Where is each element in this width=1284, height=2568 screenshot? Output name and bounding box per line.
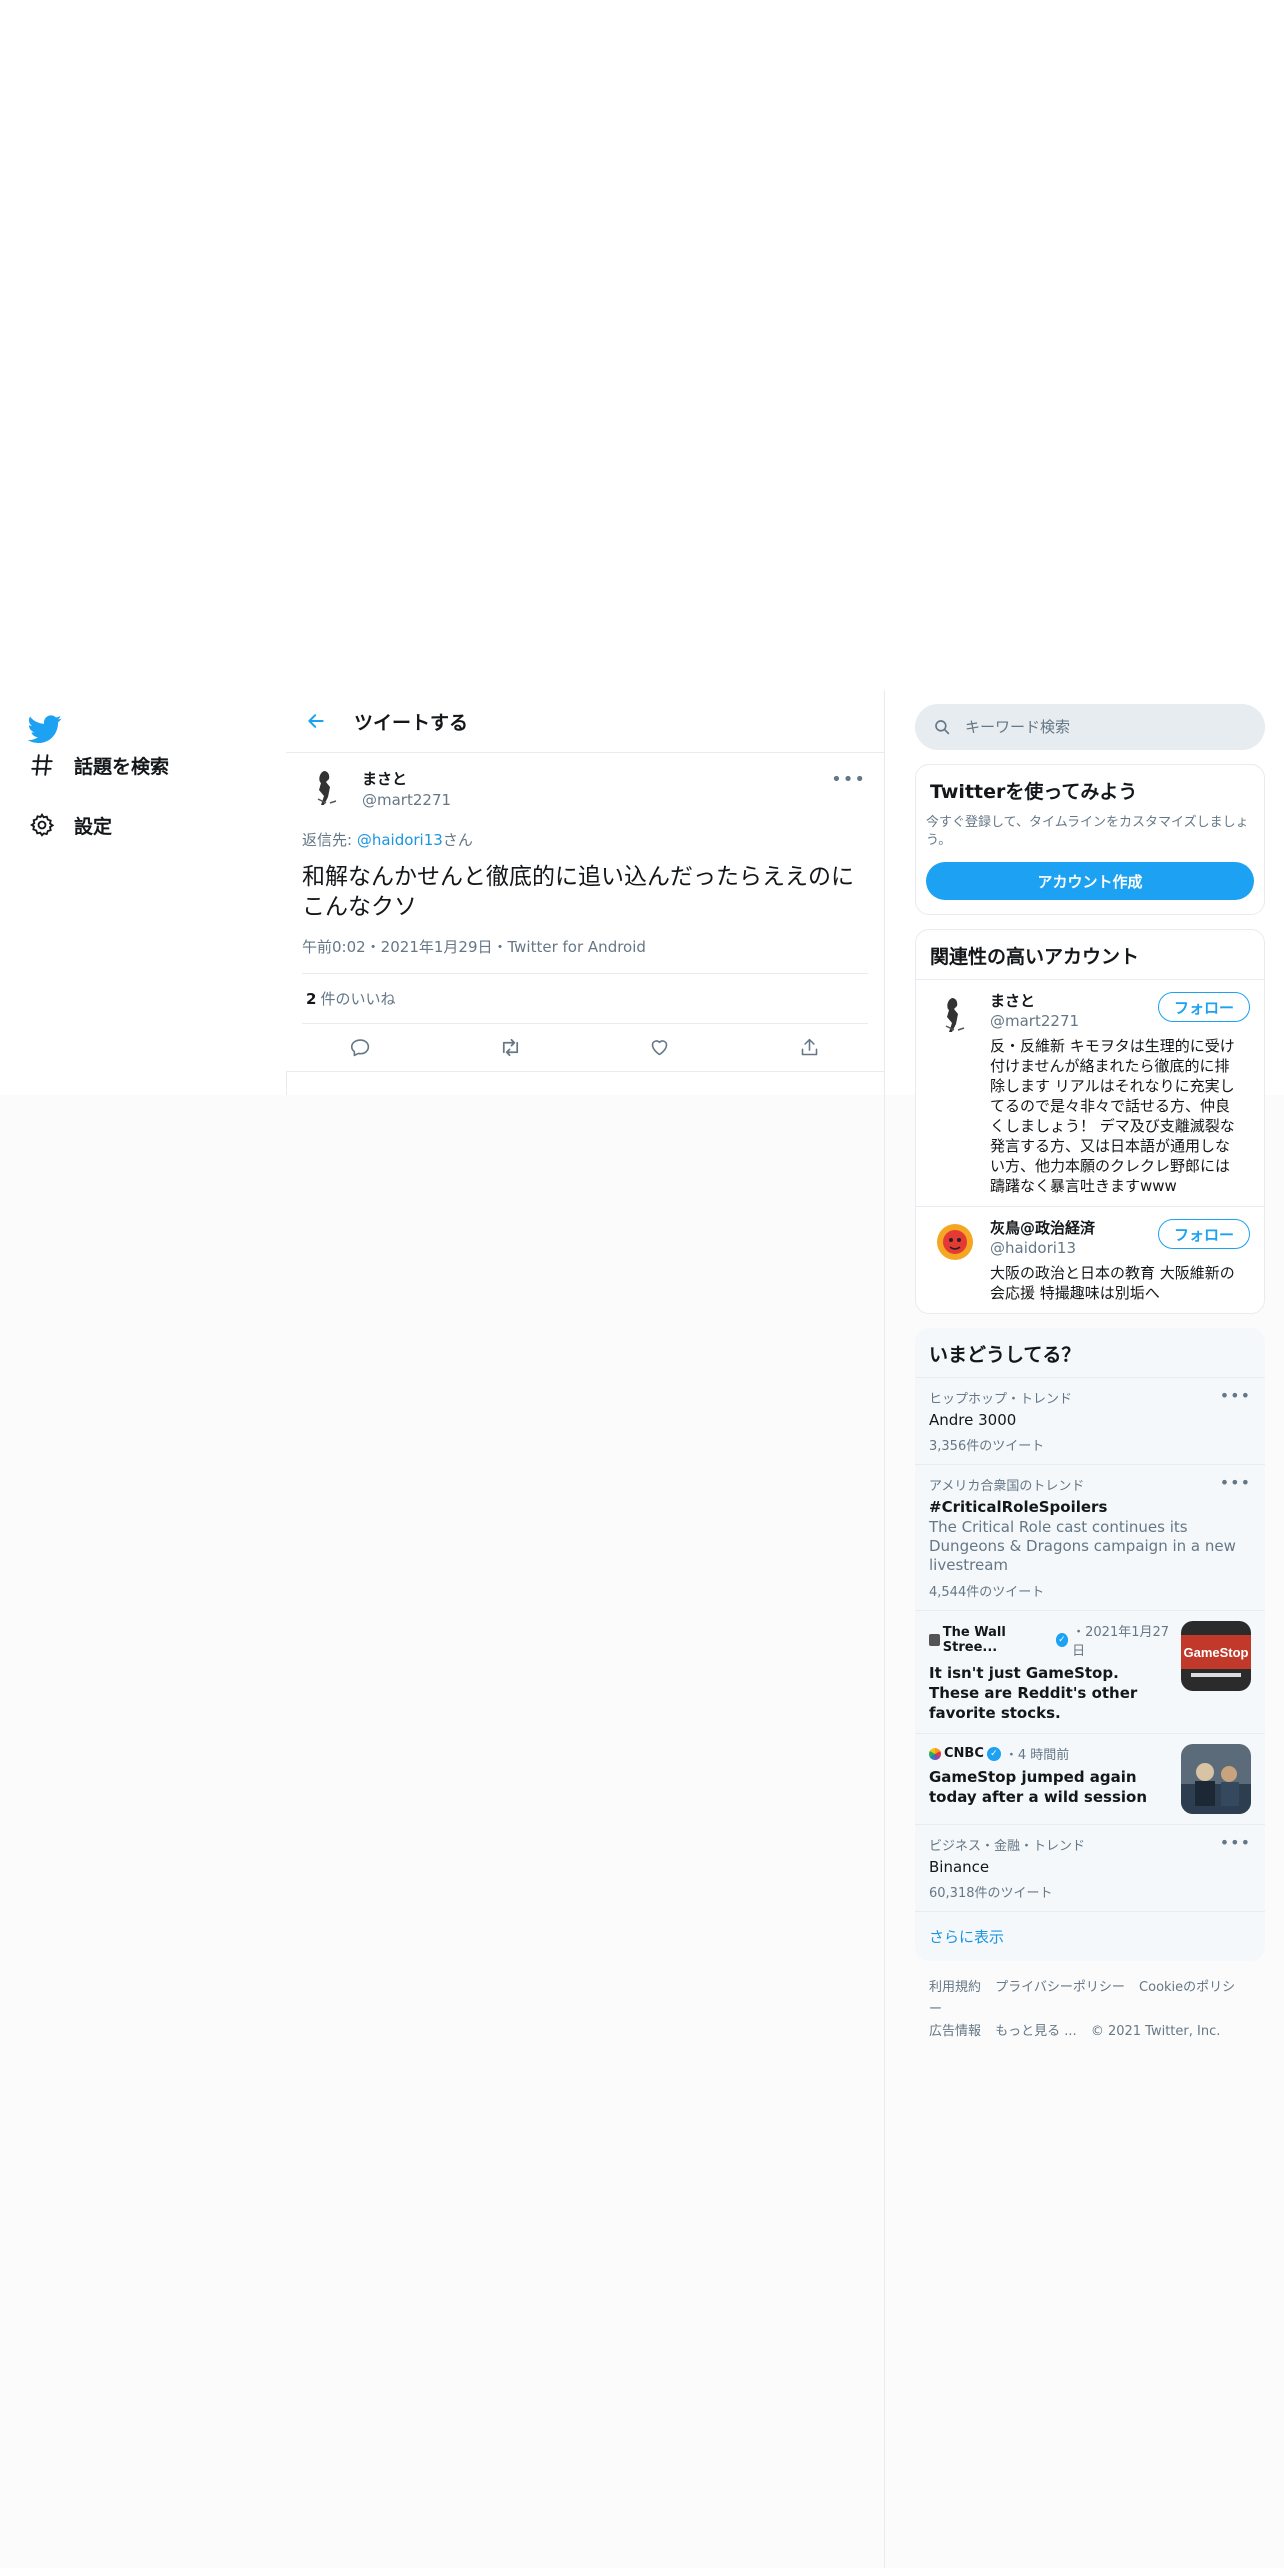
news-thumbnail: GameStop	[1181, 1621, 1251, 1691]
news-source: CNBC	[944, 1746, 984, 1761]
reply-icon	[351, 1039, 370, 1057]
account-bio: 反・反維新 キモヲタは生理的に受け付けませんが絡まれたら徹底的に排除します リア…	[990, 1037, 1235, 1195]
trend-count: 60,318件のツイート	[929, 1886, 1053, 1901]
heart-icon	[651, 1040, 668, 1056]
gear-icon	[28, 811, 56, 839]
tweet: まさと @mart2271 ••• 返信先: @haidori13さん 和解なん…	[286, 753, 884, 1024]
nav-item-settings-label: 設定	[74, 815, 113, 838]
trend-count: 4,544件のツイート	[929, 1585, 1045, 1600]
trend-title: Andre 3000	[929, 1411, 1017, 1429]
hashtag-icon	[28, 751, 56, 779]
news-headline: GameStop jumped again today after a wild…	[929, 1768, 1148, 1806]
trends-card: いまどうしてる？ ヒップホップ・トレンド Andre 3000 3,356件のツ…	[915, 1328, 1265, 1961]
search-bar[interactable]	[915, 704, 1265, 750]
page-header: ツイートする	[286, 690, 884, 753]
likes-label: 件のいいね	[320, 990, 396, 1008]
reply-mention-link[interactable]: @haidori13	[357, 831, 443, 849]
page-title: ツイートする	[354, 711, 469, 734]
account-bio: 大阪の政治と日本の教育 大阪維新の会応援 特撮趣味は別垢へ	[990, 1264, 1235, 1302]
trend-item[interactable]: ヒップホップ・トレンド Andre 3000 3,356件のツイート •••	[915, 1377, 1265, 1464]
news-time: ・2021年1月27日	[1072, 1625, 1170, 1659]
trend-context: ヒップホップ・トレンド	[929, 1392, 1073, 1407]
footer-link-more[interactable]: もっと見る ...	[995, 2024, 1077, 2039]
trend-title: #CriticalRoleSpoilers	[929, 1498, 1108, 1516]
more-options-icon[interactable]: •••	[1220, 1833, 1251, 1852]
show-more-link[interactable]: さらに表示	[915, 1911, 1265, 1961]
tweet-timestamp[interactable]: 午前0:02・2021年1月29日・Twitter for Android	[302, 936, 868, 974]
account-item[interactable]: まさと @mart2271 反・反維新 キモヲタは生理的に受け付けませんが絡まれ…	[916, 979, 1264, 1206]
main-empty-area	[286, 1095, 884, 2568]
twitter-bird-icon[interactable]	[27, 712, 62, 746]
likes-number: 2	[306, 989, 317, 1008]
author-name[interactable]: まさと	[362, 768, 451, 789]
related-accounts-card: 関連性の高いアカウント まさと @mart2271 反・反維新 キモヲタは生理的…	[915, 929, 1265, 1314]
footer-link-ads[interactable]: 広告情報	[929, 2024, 981, 2039]
verified-badge-icon: ✓	[986, 1746, 1001, 1761]
trend-item[interactable]: ビジネス・金融・トレンド Binance 60,318件のツイート •••	[915, 1824, 1265, 1911]
cnbc-peacock-icon	[929, 1747, 941, 1760]
more-options-icon[interactable]: •••	[1220, 1473, 1251, 1492]
news-thumbnail	[1181, 1744, 1251, 1814]
news-time: ・4 時間前	[1004, 1748, 1070, 1763]
news-source-logo-icon	[929, 1634, 940, 1646]
signup-card: Twitterを使ってみよう 今すぐ登録して、タイムラインをカスタマイズしましょ…	[915, 764, 1265, 915]
trend-count: 3,356件のツイート	[929, 1439, 1045, 1454]
trend-context: ビジネス・金融・トレンド	[929, 1839, 1086, 1854]
avatar[interactable]	[930, 1217, 980, 1267]
footer-link-privacy[interactable]: プライバシーポリシー	[995, 1980, 1125, 1995]
nav-item-explore[interactable]: 話題を検索	[28, 745, 169, 785]
tweet-author[interactable]: まさと @mart2271	[302, 753, 868, 823]
retweet-button[interactable]	[492, 1030, 528, 1066]
right-sidebar: Twitterを使ってみよう 今すぐ登録して、タイムラインをカスタマイズしましょ…	[915, 690, 1265, 2059]
news-item[interactable]: CNBC ✓ ・4 時間前 GameStop jumped again toda…	[915, 1733, 1265, 1824]
more-options-icon[interactable]: •••	[831, 769, 866, 790]
search-icon	[935, 720, 950, 735]
page: 話題を検索 設定 ツイートする まさと @mart2271 ••• 返信先: @…	[0, 0, 1284, 2568]
trend-title: Binance	[929, 1858, 990, 1876]
reply-suffix: さん	[442, 831, 473, 849]
nav-item-explore-label: 話題を検索	[74, 755, 170, 778]
footer: 利用規約 プライバシーポリシー Cookieのポリシー 広告情報 もっと見る .…	[915, 1961, 1265, 2059]
likes-count[interactable]: 2 件のいいね	[302, 974, 868, 1024]
column-divider-right	[884, 690, 885, 2568]
reply-prefix: 返信先:	[302, 831, 357, 849]
news-item[interactable]: The Wall Stree... ✓ ・2021年1月27日 It isn't…	[915, 1610, 1265, 1733]
trend-description: The Critical Role cast continues its Dun…	[929, 1518, 1236, 1574]
news-source: The Wall Stree...	[942, 1625, 1006, 1655]
tweet-text: 和解なんかせんと徹底的に追い込んだったらええのに こんなクソ	[302, 864, 854, 920]
reply-button[interactable]	[343, 1030, 379, 1066]
main-column: ツイートする まさと @mart2271 ••• 返信先: @haidori13…	[286, 690, 884, 1072]
verified-badge-icon: ✓	[1055, 1633, 1069, 1647]
create-account-button[interactable]: アカウント作成	[926, 862, 1254, 900]
signup-description: 今すぐ登録して、タイムラインをカスタマイズしましょう。	[926, 815, 1249, 848]
reply-to-line: 返信先: @haidori13さん	[302, 829, 868, 850]
trend-context: アメリカ合衆国のトレンド	[929, 1479, 1085, 1494]
back-button[interactable]	[298, 703, 334, 739]
arrow-left-icon	[308, 714, 324, 728]
author-handle: @mart2271	[362, 790, 452, 809]
news-source-line: The Wall Stree... ✓ ・2021年1月27日	[929, 1621, 1171, 1659]
account-item[interactable]: 灰鳥@政治経済 @haidori13 大阪の政治と日本の教育 大阪維新の会応援 …	[916, 1206, 1264, 1313]
follow-button[interactable]: フォロー	[1158, 992, 1250, 1022]
trends-title: いまどうしてる？	[929, 1344, 1081, 1366]
like-button[interactable]	[642, 1030, 678, 1066]
footer-copyright: © 2021 Twitter, Inc.	[1090, 2024, 1221, 2039]
news-thumbnail-text: GameStop	[1183, 1645, 1248, 1660]
more-options-icon[interactable]: •••	[1220, 1386, 1251, 1405]
avatar[interactable]	[930, 990, 980, 1040]
news-source-line: CNBC ✓ ・4 時間前	[929, 1744, 1171, 1763]
share-button[interactable]	[791, 1030, 827, 1066]
avatar[interactable]	[302, 763, 352, 813]
nav-item-settings[interactable]: 設定	[28, 805, 112, 845]
news-headline: It isn't just GameStop. These are Reddit…	[929, 1664, 1138, 1722]
signup-title: Twitterを使ってみよう	[930, 781, 1138, 803]
retweet-icon	[502, 1038, 518, 1057]
tweet-actions	[286, 1024, 884, 1072]
search-input[interactable]	[965, 718, 1245, 736]
footer-link-terms[interactable]: 利用規約	[929, 1980, 981, 1995]
share-icon	[801, 1038, 818, 1056]
trend-item[interactable]: アメリカ合衆国のトレンド #CriticalRoleSpoilers The C…	[915, 1464, 1265, 1610]
follow-button[interactable]: フォロー	[1158, 1219, 1250, 1249]
related-accounts-title: 関連性の高いアカウント	[930, 946, 1140, 968]
